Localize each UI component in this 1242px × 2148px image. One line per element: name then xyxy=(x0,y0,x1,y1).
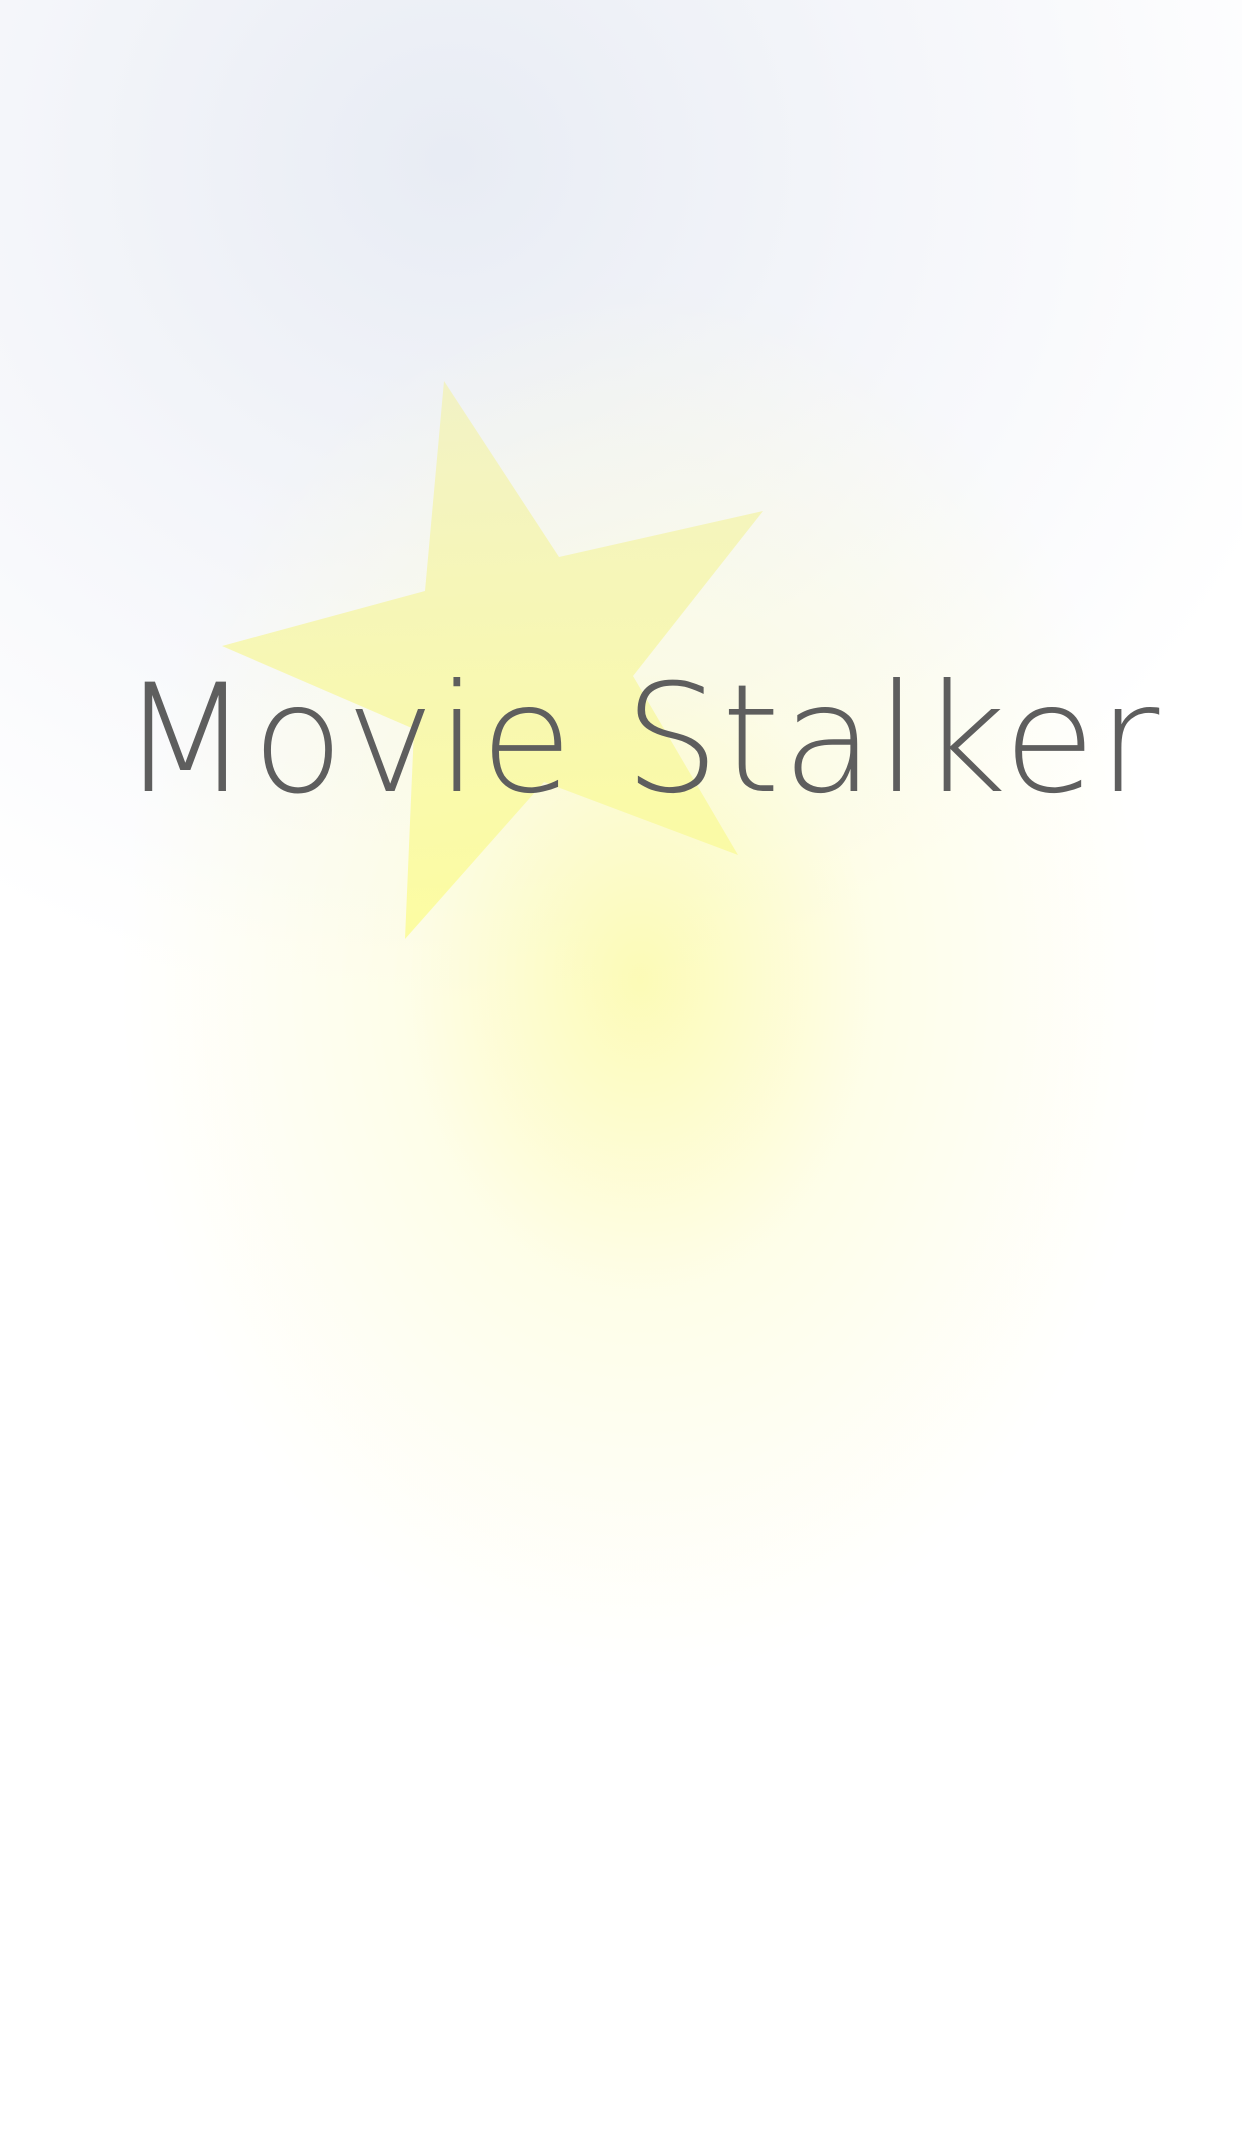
star-icon xyxy=(222,381,763,939)
app-title: Movie Stalker xyxy=(120,653,1162,827)
